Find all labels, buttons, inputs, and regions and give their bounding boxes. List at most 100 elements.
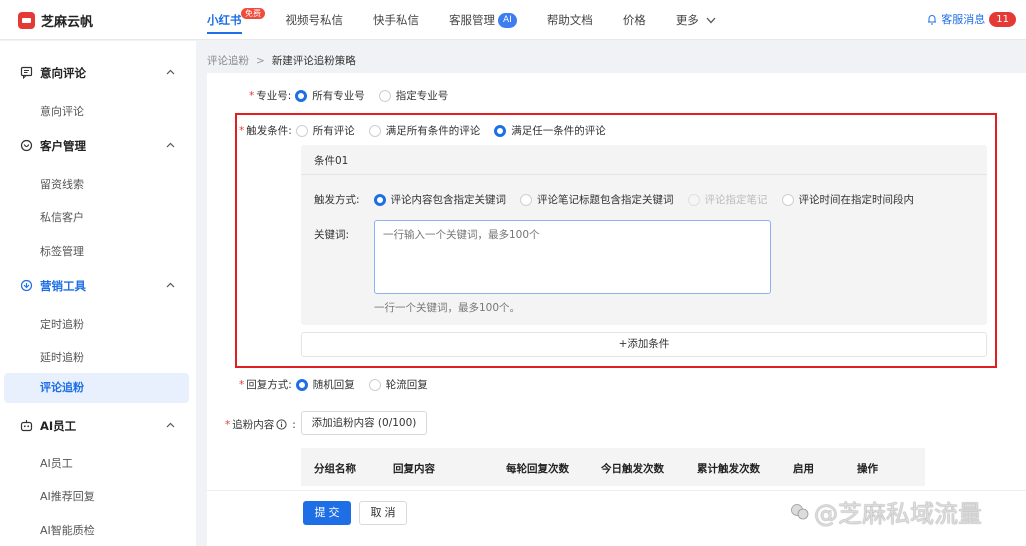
radio-label: 所有评论 [312,125,355,137]
content-colon: : [292,418,296,431]
sidebar-group-label: AI员工 [40,419,77,433]
bell-icon [928,14,937,24]
breadcrumb: 评论追粉 > 新建评论追粉策略 [207,53,356,68]
sidebar-item-ai-staff[interactable]: AI员工 [40,455,73,471]
account-row: * 专业号: 所有专业号 指定专业号 [249,88,462,103]
radio-specific-note: 评论指定笔记 [687,192,768,207]
radio-specific-account[interactable]: 指定专业号 [378,88,448,103]
radio-label: 轮流回复 [385,379,428,391]
radio-icon [781,193,794,206]
required-mark: * [239,124,245,137]
required-mark: * [239,378,245,391]
nav-customer-service[interactable]: 客服管理 AI [449,0,517,40]
brand-logo[interactable]: 芝麻云帆 [18,11,93,30]
column-header: 回复内容 [393,463,435,475]
users-icon [20,139,33,152]
divider [301,174,987,175]
trigger-method-row: 触发方式: 评论内容包含指定关键词 评论笔记标题包含指定关键词 评论指定笔记 评… [314,192,928,207]
sidebar-item-leads[interactable]: 留资线索 [40,176,84,192]
sidebar-item-tag-management[interactable]: 标签管理 [40,243,84,259]
keyword-label: 关键词: [314,229,350,241]
chevron-up-icon [166,69,175,75]
sidebar-group-intent-comments[interactable]: 意向评论 [0,58,196,88]
column-header: 操作 [857,463,878,475]
top-nav: 小红书 免费 视频号私信 快手私信 客服管理 AI 帮助文档 价格 更多 [207,0,746,40]
content-label: 追粉内容 [232,419,275,431]
chevron-up-icon [166,282,175,288]
message-square-icon [20,66,33,79]
sidebar-item-intent-comments[interactable]: 意向评论 [40,103,84,119]
nav-video-dm[interactable]: 视频号私信 [286,0,344,40]
nav-pricing[interactable]: 价格 [623,0,646,40]
radio-all-accounts[interactable]: 所有专业号 [295,88,365,103]
sidebar-item-delayed-follow[interactable]: 延时追粉 [40,349,84,365]
sidebar-group-marketing-tools[interactable]: 营销工具 [0,271,196,301]
nav-xiaohongshu-label: 小红书 [207,13,242,27]
sidebar-item-dm-customers[interactable]: 私信客户 [40,209,84,225]
nav-help-docs[interactable]: 帮助文档 [547,0,593,40]
gift-icon [20,279,33,292]
content-table-header: 分组名称 回复内容 每轮回复次数 今日触发次数 累计触发次数 启用 操作 [301,448,925,486]
sidebar-group-ai-staff[interactable]: AI员工 [0,411,196,441]
sidebar: 一一一一一一 意向评论 意向评论 客户管理 留资线索 私信客户 标签管理 营销工… [0,41,196,546]
watermark-text: @芝麻私域流量 [814,500,982,528]
radio-icon [368,378,381,391]
watermark-logo-icon [791,503,809,519]
submit-button[interactable]: 提 交 [303,501,351,525]
sidebar-group-label: 意向评论 [40,66,86,80]
sidebar-item-ai-recommend-reply[interactable]: AI推荐回复 [40,488,95,504]
nav-xiaohongshu[interactable]: 小红书 免费 [207,0,265,40]
breadcrumb-parent[interactable]: 评论追粉 [207,53,249,68]
required-mark: * [249,89,255,102]
radio-icon [295,124,308,137]
sidebar-item-scheduled-follow[interactable]: 定时追粉 [40,316,84,332]
add-content-button[interactable]: 添加追粉内容 (0/100) [301,411,427,435]
message-count-badge: 11 [989,11,1016,27]
radio-all-conditions[interactable]: 满足所有条件的评论 [368,123,481,138]
nav-kuaishou-dm[interactable]: 快手私信 [373,0,419,40]
sidebar-item-ai-quality-check[interactable]: AI智能质检 [40,522,95,538]
ai-badge: AI [498,13,517,28]
top-bar: 芝麻云帆 小红书 免费 视频号私信 快手私信 客服管理 AI 帮助文档 价格 更多… [0,0,1026,40]
radio-icon [368,124,381,137]
radio-icon [687,193,700,206]
reply-row: * 回复方式: 随机回复 轮流回复 [239,377,442,392]
chevron-up-icon [166,422,175,428]
radio-content-keyword[interactable]: 评论内容包含指定关键词 [373,192,506,207]
nav-more-label: 更多 [675,13,699,27]
column-header: 每轮回复次数 [506,463,569,475]
required-mark: * [225,418,231,431]
nav-more[interactable]: 更多 [676,0,717,40]
radio-random-reply[interactable]: 随机回复 [295,377,355,392]
radio-label: 满足所有条件的评论 [385,125,481,137]
keyword-textarea[interactable] [374,220,771,294]
column-header: 启用 [793,463,814,475]
sidebar-cut-item: 一一一一一一 [44,37,104,43]
radio-label: 随机回复 [312,379,355,391]
account-label: 专业号: [256,90,292,102]
radio-title-keyword[interactable]: 评论笔记标题包含指定关键词 [520,192,674,207]
sidebar-item-comment-follow[interactable]: 评论追粉 [4,373,189,403]
free-badge: 免费 [241,8,265,19]
column-header: 累计触发次数 [697,463,760,475]
sidebar-group-label: 营销工具 [40,279,86,293]
cancel-button[interactable]: 取 消 [359,501,407,525]
radio-all-comments[interactable]: 所有评论 [295,123,355,138]
sidebar-group-label: 客户管理 [40,139,86,153]
keyword-tip: 一行一个关键词，最多100个。 [374,302,521,314]
radio-label: 所有专业号 [312,90,365,102]
radio-rotate-reply[interactable]: 轮流回复 [368,377,428,392]
radio-time-range[interactable]: 评论时间在指定时间段内 [781,192,914,207]
customer-messages-label: 客服消息 [941,13,986,26]
customer-messages[interactable]: 客服消息 11 [927,11,1016,27]
sidebar-group-customer-management[interactable]: 客户管理 [0,131,196,161]
radio-any-condition[interactable]: 满足任一条件的评论 [494,123,606,138]
info-icon[interactable] [276,419,287,430]
breadcrumb-current: 新建评论追粉策略 [271,55,356,67]
brand-logo-icon [18,12,35,29]
radio-label: 满足任一条件的评论 [511,125,606,137]
add-condition-button[interactable]: +添加条件 [301,332,987,357]
condition-title: 条件01 [314,155,349,167]
trigger-row: * 触发条件: 所有评论 满足所有条件的评论 满足任一条件的评论 [239,123,620,138]
content-row: * 追粉内容 : [225,417,296,432]
